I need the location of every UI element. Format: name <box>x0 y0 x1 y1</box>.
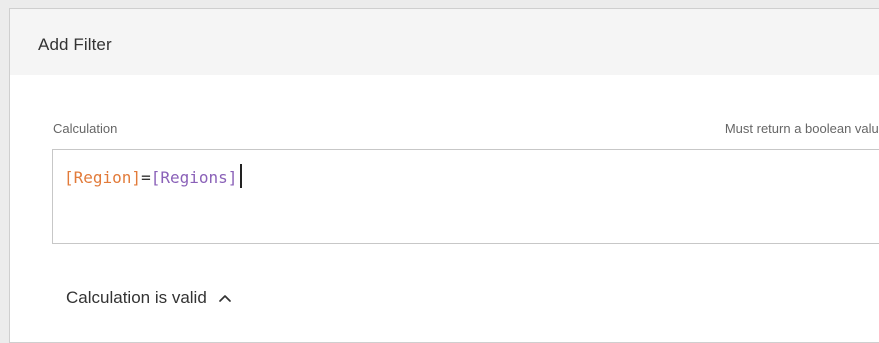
calculation-label: Calculation <box>53 121 118 136</box>
calculation-editor[interactable]: [Region]=[Regions] <box>52 149 879 244</box>
calculation-status-toggle[interactable]: Calculation is valid <box>66 288 232 308</box>
region-field-token: [Region] <box>64 168 142 187</box>
text-caret <box>240 164 243 188</box>
add-filter-dialog: Add Filter Calculation Must return a boo… <box>9 8 879 343</box>
boolean-hint: Must return a boolean value <box>724 121 879 136</box>
app-canvas: Add Filter Calculation Must return a boo… <box>0 0 879 343</box>
calculation-status-text: Calculation is valid <box>66 288 207 307</box>
regions-field-token: [Regions] <box>150 168 238 187</box>
equals-operator-token: = <box>141 168 151 187</box>
chevron-up-icon[interactable] <box>218 293 232 303</box>
dialog-title: Add Filter <box>38 35 112 54</box>
dialog-header: Add Filter <box>10 9 879 75</box>
